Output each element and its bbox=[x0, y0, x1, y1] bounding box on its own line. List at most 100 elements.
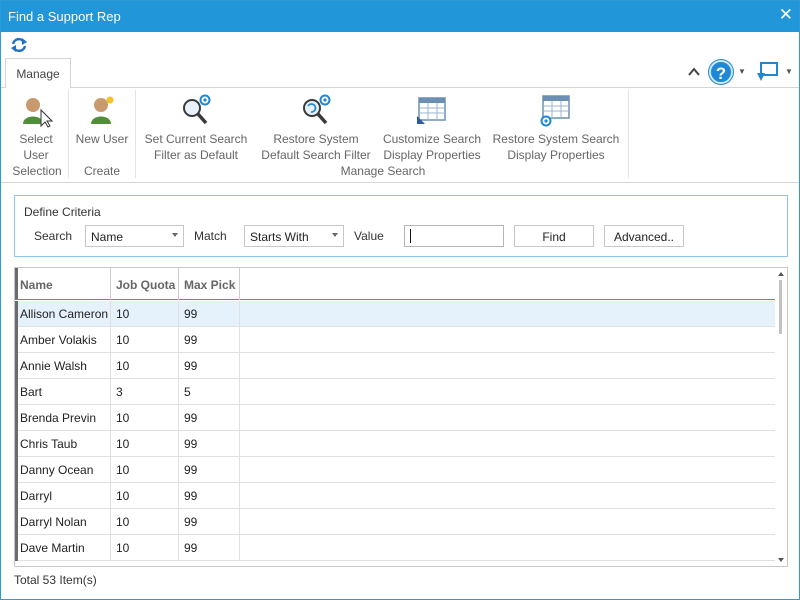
table-row[interactable]: Allison Cameron 10 99 bbox=[15, 301, 775, 327]
chevron-up-icon[interactable] bbox=[687, 65, 701, 79]
group-manage-search: Manage Search bbox=[340, 164, 426, 178]
search-field-value: Name bbox=[91, 230, 124, 244]
table-row[interactable]: Danny Ocean 10 99 bbox=[15, 457, 775, 483]
cell-max-pick: 99 bbox=[179, 483, 240, 509]
cell-max-pick: 99 bbox=[179, 353, 240, 379]
set-default-label-2: Filter as Default bbox=[153, 148, 239, 162]
vertical-scrollbar[interactable] bbox=[775, 268, 787, 566]
cell-job-quota: 10 bbox=[111, 509, 179, 535]
cell-job-quota: 10 bbox=[111, 431, 179, 457]
ribbon: Select User Selection New User Create Se… bbox=[1, 88, 799, 182]
table-row[interactable]: Brenda Previn 10 99 bbox=[15, 405, 775, 431]
cell-max-pick: 99 bbox=[179, 457, 240, 483]
cell-job-quota: 10 bbox=[111, 301, 179, 327]
table-row[interactable]: Bart 3 5 bbox=[15, 379, 775, 405]
select-user-label-2: User bbox=[23, 148, 49, 162]
cell-name: Amber Volakis bbox=[15, 327, 111, 353]
match-label: Match bbox=[194, 229, 227, 243]
criteria-legend: Define Criteria bbox=[24, 205, 101, 219]
table-row[interactable]: Dave Martin 10 99 bbox=[15, 535, 775, 561]
column-header-job-quota[interactable]: Job Quota bbox=[111, 268, 179, 300]
text-cursor bbox=[410, 229, 411, 243]
select-user-label-1: Select bbox=[19, 132, 53, 146]
customize-display-button[interactable]: Customize Search Display Properties bbox=[379, 94, 485, 163]
restore-display-label-2: Display Properties bbox=[507, 148, 605, 162]
cell-job-quota: 10 bbox=[111, 405, 179, 431]
cell-name: Bart bbox=[15, 379, 111, 405]
find-button[interactable]: Find bbox=[514, 225, 594, 247]
table-row[interactable]: Annie Walsh 10 99 bbox=[15, 353, 775, 379]
cell-job-quota: 3 bbox=[111, 379, 179, 405]
match-select[interactable]: Starts With bbox=[244, 225, 344, 247]
cell-job-quota: 10 bbox=[111, 353, 179, 379]
restore-display-label-1: Restore System Search bbox=[492, 132, 620, 146]
cell-max-pick: 99 bbox=[179, 327, 240, 353]
select-user-icon bbox=[23, 98, 53, 128]
group-separator bbox=[135, 90, 136, 178]
cell-name: Brenda Previn bbox=[15, 405, 111, 431]
grid-header: Name Job Quota Max Pick bbox=[15, 268, 775, 300]
chevron-down-icon bbox=[172, 233, 178, 237]
help-dropdown-icon[interactable]: ▼ bbox=[738, 67, 746, 76]
search-field-select[interactable]: Name bbox=[85, 225, 184, 247]
close-icon[interactable]: ✕ bbox=[779, 6, 793, 24]
restore-default-filter-button[interactable]: Restore System Default Search Filter bbox=[257, 94, 375, 163]
cell-name: Dave Martin bbox=[15, 535, 111, 561]
table-row[interactable]: Chris Taub 10 99 bbox=[15, 431, 775, 457]
new-user-icon bbox=[91, 96, 114, 124]
ribbon-bottom-border bbox=[1, 182, 799, 183]
restore-display-button[interactable]: Restore System Search Display Properties bbox=[489, 94, 623, 163]
group-separator bbox=[68, 90, 69, 178]
find-support-rep-window: Find a Support Rep ✕ Manage ? ▼ ▼ Select… bbox=[0, 0, 800, 600]
select-user-button[interactable]: Select User bbox=[11, 94, 61, 163]
restore-filter-icon bbox=[303, 94, 331, 125]
table-row[interactable]: Amber Volakis 10 99 bbox=[15, 327, 775, 353]
scroll-up-icon[interactable] bbox=[778, 272, 784, 276]
set-default-label-1: Set Current Search bbox=[144, 132, 248, 146]
window-title: Find a Support Rep bbox=[8, 9, 121, 24]
results-grid: Name Job Quota Max Pick Allison Cameron 1… bbox=[14, 267, 788, 567]
cell-job-quota: 10 bbox=[111, 327, 179, 353]
column-header-max-pick[interactable]: Max Pick bbox=[179, 268, 240, 300]
group-separator bbox=[628, 90, 629, 178]
cell-name: Annie Walsh bbox=[15, 353, 111, 379]
cell-name: Chris Taub bbox=[15, 431, 111, 457]
cell-name: Allison Cameron bbox=[15, 301, 111, 327]
cell-max-pick: 99 bbox=[179, 509, 240, 535]
group-create: Create bbox=[83, 164, 121, 178]
define-criteria-panel: Define Criteria Search Name Match Starts… bbox=[14, 195, 788, 257]
scroll-thumb[interactable] bbox=[779, 280, 782, 334]
table-row[interactable]: Darryl Nolan 10 99 bbox=[15, 509, 775, 535]
cell-max-pick: 99 bbox=[179, 301, 240, 327]
restore-default-label-2: Default Search Filter bbox=[261, 148, 371, 162]
new-user-label: New User bbox=[75, 132, 129, 146]
advanced-button[interactable]: Advanced.. bbox=[604, 225, 684, 247]
scroll-down-icon[interactable] bbox=[778, 558, 784, 562]
table-settings-icon bbox=[417, 97, 446, 124]
search-filter-icon bbox=[183, 94, 211, 125]
cell-job-quota: 10 bbox=[111, 457, 179, 483]
help-icon[interactable]: ? bbox=[709, 60, 733, 84]
table-restore-icon bbox=[540, 95, 570, 127]
new-user-button[interactable]: New User bbox=[73, 94, 131, 147]
search-label: Search bbox=[34, 229, 73, 243]
comment-dropdown-icon[interactable]: ▼ bbox=[785, 67, 793, 76]
cell-max-pick: 99 bbox=[179, 405, 240, 431]
customize-display-label-1: Customize Search bbox=[382, 132, 482, 146]
refresh-icon[interactable] bbox=[10, 36, 28, 54]
cell-job-quota: 10 bbox=[111, 535, 179, 561]
value-input[interactable] bbox=[404, 225, 504, 247]
total-items-count: Total 53 Item(s) bbox=[14, 573, 97, 587]
set-default-filter-button[interactable]: Set Current Search Filter as Default bbox=[141, 94, 251, 163]
comment-icon[interactable] bbox=[755, 61, 779, 83]
column-header-name[interactable]: Name bbox=[15, 268, 111, 300]
cell-max-pick: 5 bbox=[179, 379, 240, 405]
restore-default-label-1: Restore System bbox=[273, 132, 359, 146]
match-value: Starts With bbox=[250, 230, 309, 244]
cell-name: Danny Ocean bbox=[15, 457, 111, 483]
title-bar: Find a Support Rep ✕ bbox=[1, 1, 799, 32]
chevron-down-icon bbox=[332, 233, 338, 237]
table-row[interactable]: Darryl 10 99 bbox=[15, 483, 775, 509]
tab-manage[interactable]: Manage bbox=[5, 58, 71, 88]
cell-name: Darryl bbox=[15, 483, 111, 509]
